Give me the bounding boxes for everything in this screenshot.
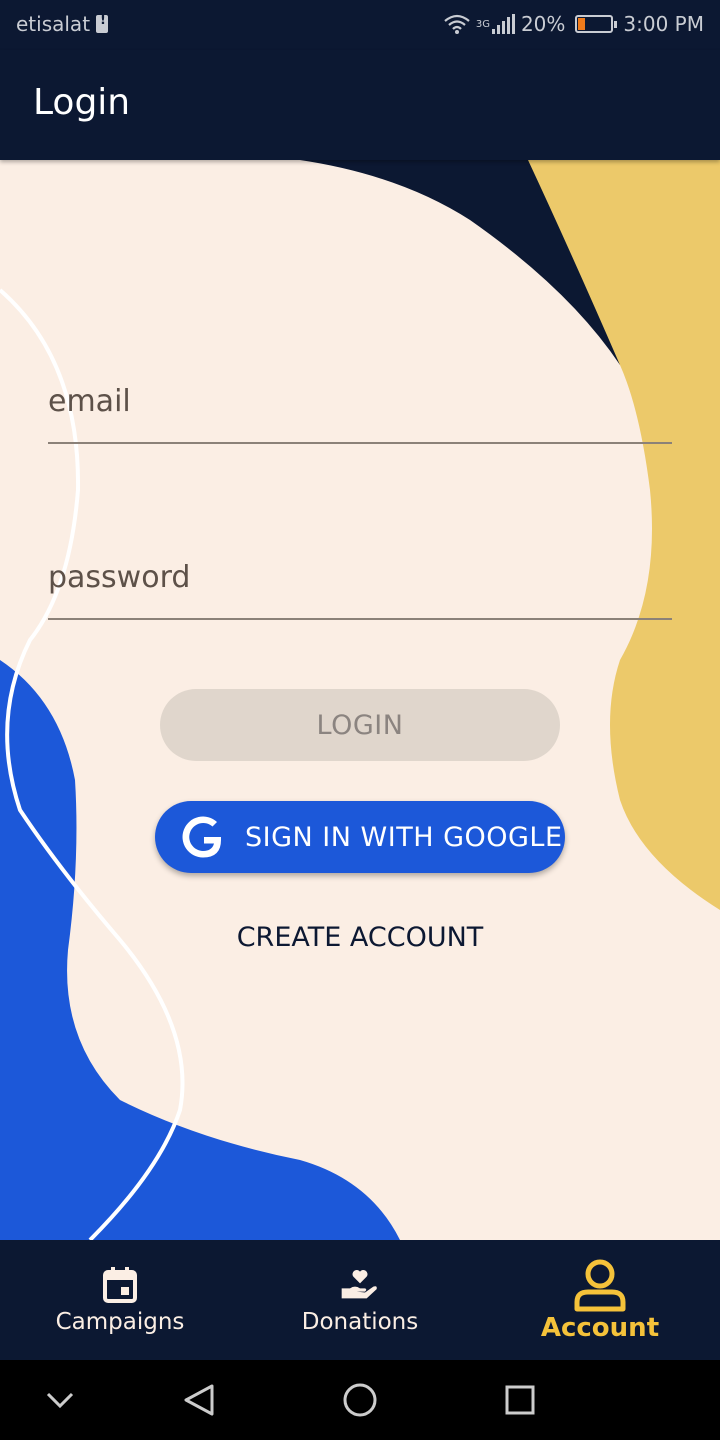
battery-percent: 20%	[520, 12, 566, 36]
system-navigation-bar	[0, 1360, 720, 1440]
network-type: 3G	[475, 18, 490, 30]
calendar-icon	[103, 1267, 137, 1303]
carrier-name: etisalat	[16, 12, 109, 36]
app-bar: Login	[0, 50, 720, 160]
signal-icon	[491, 14, 515, 34]
nav-label-donations: Donations	[301, 1309, 419, 1335]
clock: 3:00 PM	[623, 12, 704, 36]
carrier-label: etisalat	[16, 12, 91, 36]
nav-item-campaigns[interactable]: Campaigns	[0, 1240, 240, 1360]
recents-icon[interactable]	[500, 1380, 540, 1420]
wifi-icon	[444, 14, 470, 34]
sim-alert-icon	[96, 13, 109, 33]
bottom-navigation: Campaigns Donations Account	[0, 1240, 720, 1360]
password-input[interactable]	[48, 560, 672, 595]
page-title: Login	[33, 82, 131, 123]
person-icon	[574, 1259, 626, 1312]
login-button-label: LOGIN	[316, 709, 404, 741]
google-button-label: SIGN IN WITH GOOGLE	[245, 821, 563, 853]
password-field	[48, 538, 672, 620]
google-signin-button[interactable]: SIGN IN WITH GOOGLE	[155, 801, 565, 873]
nav-item-donations[interactable]: Donations	[240, 1240, 480, 1360]
home-icon[interactable]	[340, 1380, 380, 1420]
battery-icon	[575, 15, 618, 33]
nav-item-account[interactable]: Account	[480, 1240, 720, 1360]
login-button[interactable]: LOGIN	[160, 689, 560, 761]
status-icons: 3G 20% 3:00 PM	[444, 12, 704, 36]
google-icon	[182, 816, 221, 858]
status-bar: etisalat 3G 20% 3:00 PM	[0, 0, 720, 50]
chevron-down-icon[interactable]	[40, 1380, 80, 1420]
nav-label-account: Account	[540, 1313, 660, 1343]
email-input[interactable]	[48, 384, 672, 419]
login-screen: LOGIN SIGN IN WITH GOOGLE CREATE ACCOUNT	[0, 160, 720, 1240]
hand-heart-icon	[341, 1270, 377, 1299]
nav-label-campaigns: Campaigns	[55, 1309, 185, 1335]
create-account-link[interactable]: CREATE ACCOUNT	[0, 922, 720, 953]
create-account-label: CREATE ACCOUNT	[236, 922, 484, 953]
email-field	[48, 362, 672, 444]
back-icon[interactable]	[180, 1380, 220, 1420]
